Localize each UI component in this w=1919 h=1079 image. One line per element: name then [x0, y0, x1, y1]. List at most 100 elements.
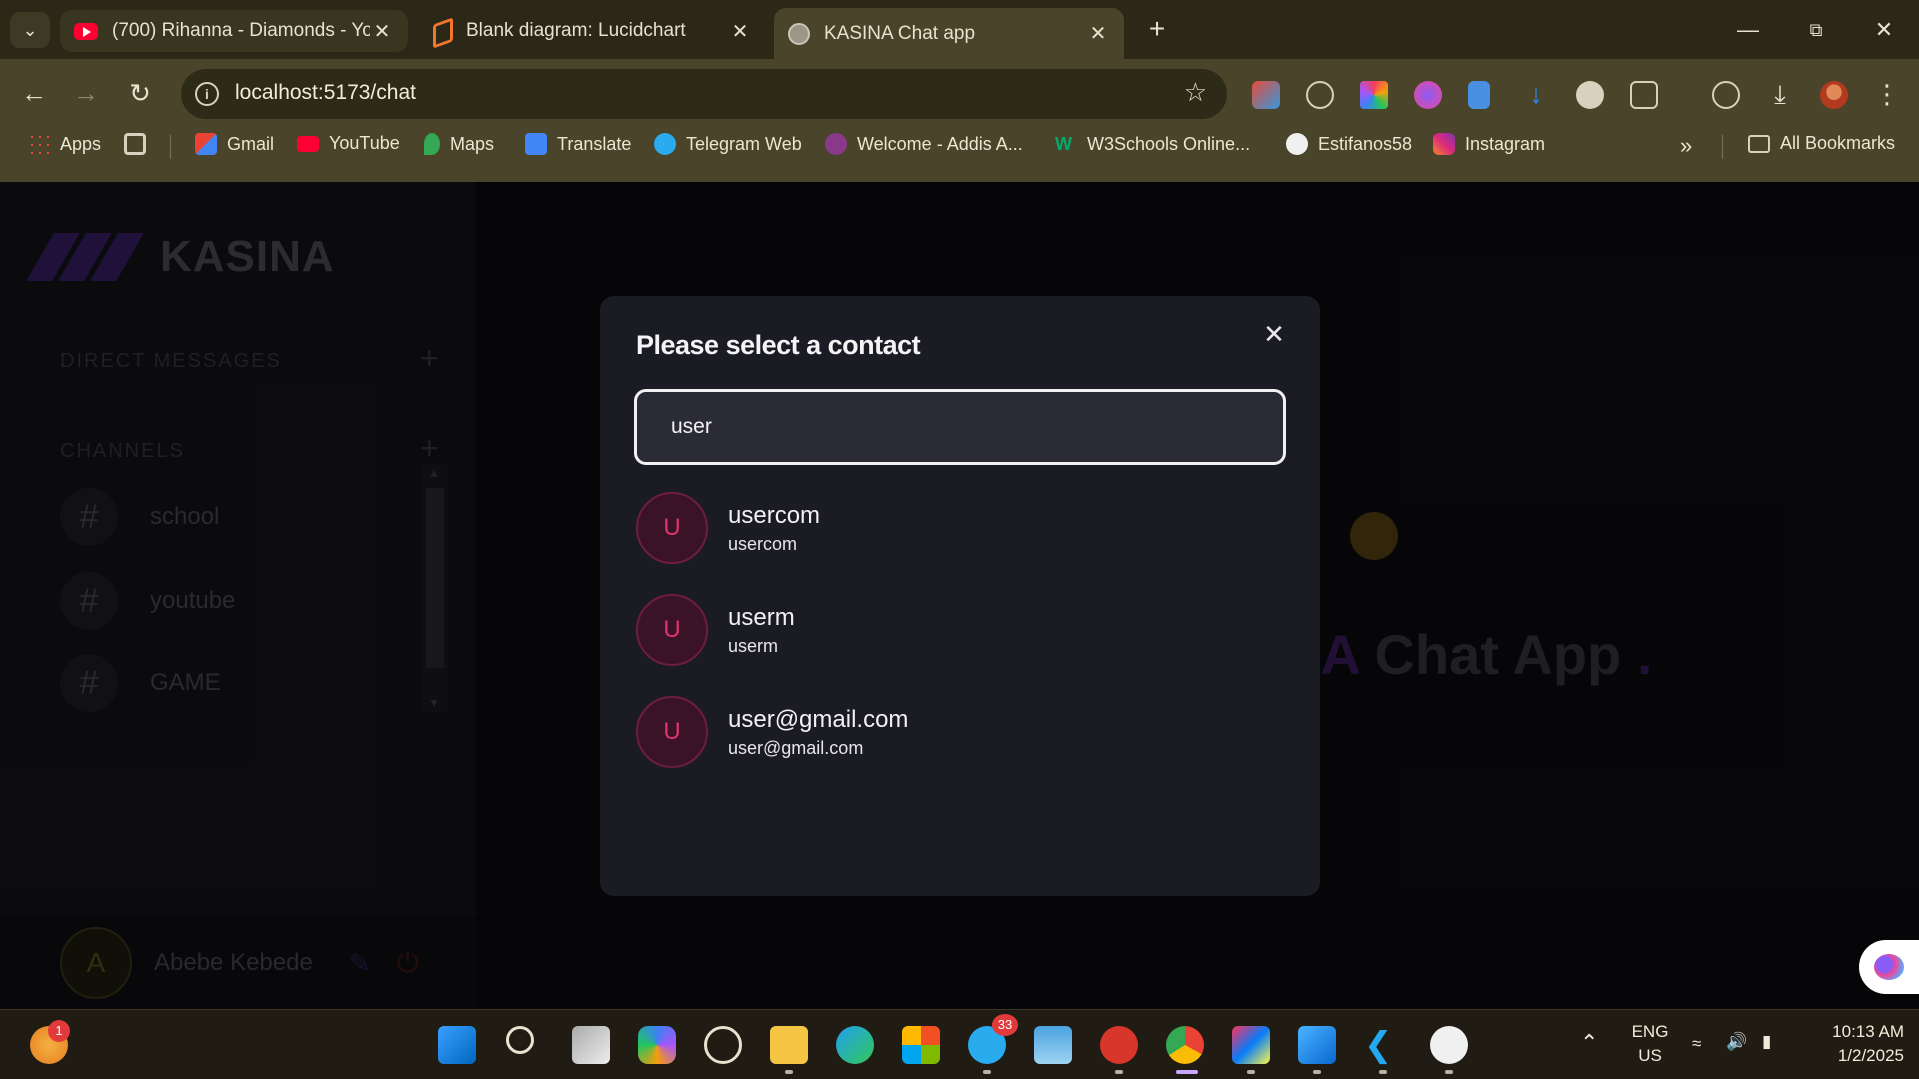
- performance-icon[interactable]: [1712, 81, 1740, 109]
- bookmark-label: YouTube: [329, 133, 400, 153]
- bookmark-telegram[interactable]: Telegram Web: [654, 133, 802, 155]
- battery-icon[interactable]: ▮: [1762, 1032, 1771, 1052]
- apps-grid-icon: [28, 133, 50, 155]
- floating-assistant-button[interactable]: [1859, 940, 1919, 994]
- youtube-icon: [297, 135, 319, 152]
- contact-search-field[interactable]: [634, 389, 1286, 465]
- bookmark-instagram[interactable]: Instagram: [1433, 133, 1545, 155]
- puzzle-extensions-icon[interactable]: [1630, 81, 1658, 109]
- tab-title: (700) Rihanna - Diamonds - You: [112, 20, 370, 41]
- reload-button[interactable]: ↻: [120, 73, 160, 113]
- bookmark-star-icon[interactable]: ☆: [1184, 77, 1207, 108]
- maps-pin-icon: [424, 133, 440, 155]
- edge-browser-icon[interactable]: [836, 1026, 874, 1064]
- window-close-button[interactable]: ✕: [1854, 10, 1914, 50]
- contact-name: userm: [728, 603, 795, 631]
- cloud-extension-icon[interactable]: [1576, 81, 1604, 109]
- contact-result-item[interactable]: U user@gmail.com user@gmail.com: [636, 695, 1276, 769]
- bookmark-label: Maps: [450, 133, 495, 154]
- address-bar[interactable]: i localhost:5173/chat ☆: [181, 69, 1227, 119]
- microsoft-store-icon[interactable]: [902, 1026, 940, 1064]
- file-explorer-icon[interactable]: [770, 1026, 808, 1064]
- contact-email: user@gmail.com: [728, 737, 864, 758]
- compass-icon[interactable]: [1306, 81, 1334, 109]
- search-input[interactable]: [671, 412, 1251, 442]
- date-text: 1/2/2025: [1837, 1046, 1904, 1065]
- downloads-icon[interactable]: ⤓: [1766, 81, 1794, 109]
- wifi-icon[interactable]: ≈: [1692, 1034, 1701, 1054]
- bookmark-translate[interactable]: Translate: [525, 133, 631, 155]
- contact-result-item[interactable]: U usercom usercom: [636, 491, 1276, 565]
- tab-groups-button[interactable]: [124, 133, 156, 155]
- tab-youtube[interactable]: (700) Rihanna - Diamonds - You ✕: [60, 10, 408, 52]
- menu-kebab-icon[interactable]: ⋮: [1874, 81, 1900, 109]
- docs-extension-icon[interactable]: [1468, 81, 1490, 109]
- back-button[interactable]: ←: [14, 73, 54, 113]
- wps-office-icon[interactable]: [1100, 1026, 1138, 1064]
- download-arrow-extension-icon[interactable]: ↓: [1522, 81, 1550, 109]
- site-info-icon[interactable]: i: [195, 82, 219, 106]
- contact-result-item[interactable]: U userm userm: [636, 593, 1276, 667]
- active-indicator: [1176, 1070, 1198, 1074]
- bookmark-github[interactable]: Estifanos58: [1286, 133, 1412, 155]
- restore-button[interactable]: ⧉: [1786, 10, 1846, 50]
- windows-taskbar: 1 33 ❮ ⌃ ENG US ≈ 🔊 ▮ 10:13 AM 1/2/2025: [0, 1009, 1919, 1079]
- contact-text: userm userm: [728, 604, 795, 657]
- brain-icon: [1874, 954, 1904, 980]
- all-bookmarks-button[interactable]: All Bookmarks: [1748, 133, 1895, 154]
- bookmark-maps[interactable]: Maps: [424, 133, 494, 155]
- tab-search-button[interactable]: ⌄: [10, 12, 50, 48]
- language-indicator[interactable]: ENG US: [1625, 1022, 1675, 1066]
- new-tab-button[interactable]: +: [1139, 12, 1175, 48]
- bookmark-addis[interactable]: Welcome - Addis A...: [825, 133, 1023, 155]
- mongodb-compass-icon[interactable]: [1430, 1026, 1468, 1064]
- tab-title: KASINA Chat app: [824, 22, 976, 44]
- select-contact-modal: Please select a contact ✕ U usercom user…: [600, 296, 1320, 896]
- running-indicator: [1247, 1070, 1255, 1074]
- bookmark-youtube[interactable]: YouTube: [297, 133, 400, 154]
- minimize-button[interactable]: —: [1718, 10, 1778, 50]
- volume-icon[interactable]: 🔊: [1726, 1032, 1747, 1052]
- brain-extension-icon[interactable]: [1414, 81, 1442, 109]
- close-icon[interactable]: ✕: [728, 19, 752, 44]
- windows-start-icon[interactable]: [438, 1026, 476, 1064]
- browser-tab-bar: ⌄ (700) Rihanna - Diamonds - You ✕ Blank…: [0, 0, 1919, 59]
- forward-button[interactable]: →: [66, 73, 106, 113]
- vscode-icon[interactable]: ❮: [1364, 1026, 1402, 1064]
- tab-lucidchart[interactable]: Blank diagram: Lucidchart ✕: [416, 9, 766, 53]
- chrome-icon[interactable]: [1166, 1026, 1204, 1064]
- language-code: ENG: [1631, 1022, 1669, 1041]
- profile-avatar[interactable]: [1820, 81, 1848, 109]
- bookmark-separator: [1722, 135, 1723, 159]
- bookmark-apps[interactable]: Apps: [28, 133, 101, 155]
- bookmark-label: W3Schools Online...: [1087, 133, 1251, 154]
- task-view-icon[interactable]: [572, 1026, 610, 1064]
- color-picker-icon[interactable]: [1360, 81, 1388, 109]
- clock[interactable]: 10:13 AM 1/2/2025: [1804, 1022, 1904, 1066]
- copilot-icon[interactable]: [638, 1026, 676, 1064]
- bookmark-label: Translate: [557, 133, 632, 154]
- running-indicator: [785, 1070, 793, 1074]
- show-hidden-icons-chevron-up-icon[interactable]: ⌃: [1580, 1030, 1598, 1056]
- keyboard-layout: US: [1638, 1046, 1662, 1065]
- close-icon[interactable]: ✕: [1258, 318, 1290, 350]
- running-indicator: [1313, 1070, 1321, 1074]
- close-icon[interactable]: ✕: [1086, 21, 1110, 46]
- chatgpt-icon[interactable]: [704, 1026, 742, 1064]
- bookmarks-overflow-button[interactable]: »: [1680, 133, 1692, 159]
- bookmark-w3schools[interactable]: W W3Schools Online...: [1055, 133, 1250, 155]
- contact-text: user@gmail.com user@gmail.com: [728, 706, 908, 759]
- close-icon[interactable]: ✕: [370, 19, 394, 44]
- remote-desktop-icon[interactable]: [1034, 1026, 1072, 1064]
- intellij-icon[interactable]: [1232, 1026, 1270, 1064]
- modal-title: Please select a contact: [636, 330, 921, 360]
- photos-icon[interactable]: [1298, 1026, 1336, 1064]
- all-bookmarks-label: All Bookmarks: [1780, 133, 1896, 153]
- bookmark-separator: [170, 135, 171, 159]
- bookmarks-bar: Apps Gmail YouTube Maps Translate Telegr…: [0, 127, 1919, 167]
- bookmark-gmail[interactable]: Gmail: [195, 133, 274, 155]
- extension-icon[interactable]: [1252, 81, 1280, 109]
- bookmark-label: Gmail: [227, 133, 275, 154]
- search-icon[interactable]: [506, 1026, 544, 1064]
- tab-kasina-chat[interactable]: KASINA Chat app ✕: [774, 8, 1124, 59]
